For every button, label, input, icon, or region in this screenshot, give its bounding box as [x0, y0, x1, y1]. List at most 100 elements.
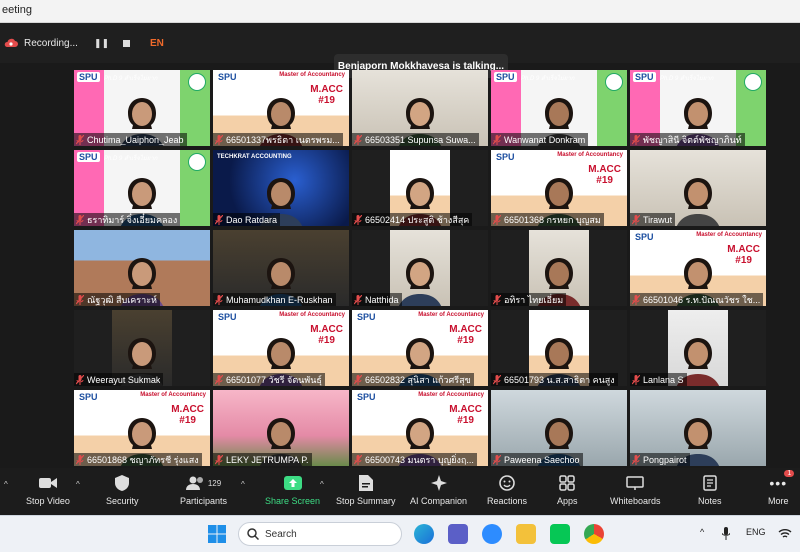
spu-logo-text: SPU	[633, 232, 656, 242]
security-button[interactable]: Security	[106, 474, 139, 512]
participant-tile[interactable]: SPU Master of Accountancy M.ACC #19 66500743…	[352, 390, 488, 466]
search-placeholder: Search	[265, 528, 297, 540]
notes-button[interactable]: Notes	[698, 474, 722, 512]
muted-mic-icon	[215, 134, 223, 145]
participant-tile[interactable]: Lanlana S	[630, 310, 766, 386]
taskbar-search[interactable]: Search	[238, 522, 402, 546]
participant-namebar: พัชญาสินี จิตต์พัชญาภินท์	[630, 133, 745, 146]
macc-cohort-text: M.ACC #19	[171, 404, 204, 426]
zoom-app-icon[interactable]	[482, 524, 502, 544]
participant-tile[interactable]: SPU Master of Accountancy M.ACC #19 66501077…	[213, 310, 349, 386]
participant-tile[interactable]: TECHKRAT ACCOUNTING Dao Ratdara	[213, 150, 349, 226]
participant-tile[interactable]: Tirawut	[630, 150, 766, 226]
teams-app-icon[interactable]	[448, 524, 468, 544]
participant-name: ณัฐวุฒิ สืบเคราะห์	[87, 294, 157, 305]
microphone-icon[interactable]	[722, 527, 730, 540]
participant-tile[interactable]: 66502414 ประสูติ ช้างสีสุค	[352, 150, 488, 226]
participant-tile[interactable]: SPU Master of Accountancy M.ACC #19 66501337…	[213, 70, 349, 146]
windows-taskbar: Search ^ ENG	[0, 515, 800, 552]
university-logo-icon	[188, 73, 206, 91]
participant-name: Lanlana S	[643, 374, 684, 385]
participant-name: Weerayut Sukmak	[87, 374, 161, 385]
stop-summary-button[interactable]: Stop Summary	[336, 474, 396, 512]
participant-tile[interactable]: Weerayut Sukmak	[74, 310, 210, 386]
participant-name: Dao Ratdara	[226, 214, 278, 225]
participant-namebar: อทิรา ไทยเอี่ยม	[491, 293, 567, 306]
participant-namebar: LEKY JETRUMPA P.	[213, 453, 312, 466]
chrome-app-icon[interactable]	[584, 524, 604, 544]
windows-start-icon[interactable]	[208, 525, 226, 543]
participant-tile[interactable]: SPU Master of Accountancy M.ACC #19 66502832…	[352, 310, 488, 386]
phd-banner-text: Ph.D 9 สำเร็จไม่ยาก	[660, 76, 714, 82]
participant-tile[interactable]: SPU Ph.D 9 สำเร็จไม่ยาก Chutima_Uaiphon_Je…	[74, 70, 210, 146]
participant-tile[interactable]: Natthida	[352, 230, 488, 306]
muted-mic-icon	[76, 374, 84, 385]
sparkle-icon	[430, 475, 447, 491]
more-button[interactable]: ••• 1 More	[768, 470, 795, 512]
language-badge[interactable]: EN	[150, 38, 164, 49]
share-screen-button[interactable]: Share Screen	[265, 474, 320, 512]
spu-logo-text: SPU	[77, 72, 100, 82]
participant-tile[interactable]: SPU Master of Accountancy M.ACC #19 66501368…	[491, 150, 627, 226]
participant-namebar: ธราทิมาร์ จิ๋งเอี๋ยมคลอง	[74, 213, 181, 226]
chevron-up-icon[interactable]: ^	[4, 480, 8, 489]
file-explorer-icon[interactable]	[516, 524, 536, 544]
participant-tile[interactable]: SPU Master of Accountancy M.ACC #19 66501046…	[630, 230, 766, 306]
share-screen-icon	[283, 476, 302, 490]
chevron-up-icon[interactable]: ^	[241, 480, 245, 489]
chevron-up-icon[interactable]: ^	[320, 480, 324, 489]
chevron-up-icon[interactable]: ^	[76, 480, 80, 489]
participant-tile[interactable]: 66501793 น.ส.สาธิตา คนสูง	[491, 310, 627, 386]
participant-tile[interactable]: ณัฐวุฒิ สืบเคราะห์	[74, 230, 210, 306]
recording-indicator[interactable]: Recording... ❚❚ EN	[4, 32, 164, 54]
apps-label: Apps	[557, 496, 578, 506]
pause-icon[interactable]: ❚❚	[94, 38, 109, 49]
participant-name: 66501868 ชญาภัทรชี รุ่งแสง	[87, 454, 199, 465]
participant-tile[interactable]: Muhamudkhan E-Ruskhan	[213, 230, 349, 306]
reactions-button[interactable]: Reactions	[487, 474, 527, 512]
participant-namebar: Dao Ratdara	[213, 213, 281, 226]
notes-label: Notes	[698, 496, 722, 506]
participant-name: 66502414 ประสูติ ช้างสีสุค	[365, 214, 470, 225]
search-icon	[247, 528, 259, 540]
participant-name: Paweena Saechoo	[504, 454, 580, 465]
language-indicator[interactable]: ENG	[746, 527, 766, 537]
participant-tile[interactable]: SPU Ph.D 9 สำเร็จไม่ยาก ธราทิมาร์ จิ๋งเอี๋…	[74, 150, 210, 226]
participants-count: 129	[207, 478, 222, 488]
apps-button[interactable]: Apps	[557, 474, 578, 512]
whiteboards-button[interactable]: Whiteboards	[610, 474, 661, 512]
chevron-up-icon[interactable]: ^	[700, 527, 704, 537]
muted-mic-icon	[632, 374, 640, 385]
participant-name: Chutima_Uaiphon_Jeab	[87, 134, 184, 145]
shield-icon	[115, 475, 130, 491]
muted-mic-icon	[354, 294, 362, 305]
participant-tile[interactable]: Pongpairot	[630, 390, 766, 466]
phd-banner-text: Ph.D 9 สำเร็จไม่ยาก	[521, 76, 575, 82]
reactions-label: Reactions	[487, 496, 528, 506]
ai-companion-label: AI Companion	[410, 496, 468, 506]
edge-app-icon[interactable]	[414, 524, 434, 544]
spu-logo-text: SPU	[77, 392, 100, 402]
macc-cohort-text: M.ACC #19	[310, 324, 343, 346]
stop-video-button[interactable]: Stop Video	[26, 474, 70, 512]
participants-button[interactable]: 129 Participants	[180, 474, 227, 512]
participant-tile[interactable]: Paweena Saechoo	[491, 390, 627, 466]
participant-name: อทิรา ไทยเอี่ยม	[504, 294, 564, 305]
line-app-icon[interactable]	[550, 524, 570, 544]
participant-namebar: 66501337พรธิตา เนตรพรม...	[213, 133, 343, 146]
participant-tile[interactable]: LEKY JETRUMPA P.	[213, 390, 349, 466]
spu-logo-text: SPU	[494, 72, 517, 82]
participant-tile[interactable]: อทิรา ไทยเอี่ยม	[491, 230, 627, 306]
participant-tile[interactable]: SPU Master of Accountancy M.ACC #19 66501868…	[74, 390, 210, 466]
participant-namebar: Muhamudkhan E-Ruskhan	[213, 293, 336, 306]
wifi-icon[interactable]	[778, 528, 792, 539]
spu-logo-text: SPU	[216, 72, 239, 82]
macc-cohort-text: M.ACC #19	[310, 84, 343, 106]
participant-tile[interactable]: SPU Ph.D 9 สำเร็จไม่ยาก พัชญาสินี จิตต์พัช…	[630, 70, 766, 146]
spu-logo-text: SPU	[494, 152, 517, 162]
ai-companion-button[interactable]: AI Companion	[410, 474, 467, 512]
participant-namebar: 66501046 ร.ท.ปัณณวัชร ใช...	[630, 293, 764, 306]
participant-tile[interactable]: SPU Ph.D 9 สำเร็จไม่ยาก Wanwanat Donkram	[491, 70, 627, 146]
stop-icon[interactable]	[123, 39, 131, 47]
participant-tile[interactable]: 66503351 Supunsa Suwa...	[352, 70, 488, 146]
